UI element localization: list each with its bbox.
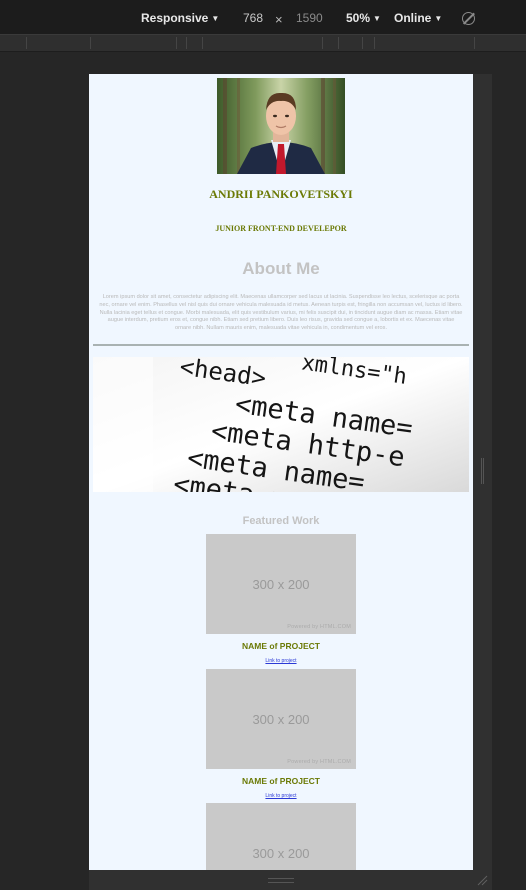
grip-icon: [268, 878, 294, 883]
zoom-label: 50%: [346, 11, 371, 25]
media-query-marker[interactable]: [322, 37, 323, 49]
media-query-marker[interactable]: [90, 37, 91, 49]
rotate-disabled-icon[interactable]: [462, 12, 475, 25]
featured-heading: Featured Work: [242, 515, 320, 527]
project-thumbnail: 300 x 200 Powered by HTML.COM: [206, 534, 356, 634]
device-toolbar: Responsive ▼ 768 × 1590 50% ▼ Online ▼: [0, 0, 526, 34]
viewport-width-input[interactable]: 768: [243, 11, 263, 25]
dimension-separator: ×: [275, 12, 283, 27]
device-mode-label: Responsive: [141, 11, 209, 25]
corner-resize-icon[interactable]: [476, 874, 488, 886]
throttling-dropdown[interactable]: Online ▼: [394, 11, 442, 25]
media-query-bar[interactable]: [0, 34, 526, 52]
grip-icon: [481, 458, 484, 484]
throttling-label: Online: [394, 11, 432, 25]
code-banner-image: xmlns="h <head> <meta name= <meta http-e…: [93, 357, 469, 492]
media-query-marker[interactable]: [338, 37, 339, 49]
viewport-height-input[interactable]: 1590: [296, 11, 323, 25]
caret-down-icon: ▼: [211, 14, 220, 23]
profile-photo: [217, 78, 345, 174]
project-name: NAME of PROJECT: [242, 776, 320, 786]
about-paragraph: Lorem ipsum dolor sit amet, consectetur …: [99, 294, 463, 332]
thumbnail-credit: Powered by HTML.COM: [287, 624, 351, 630]
emulated-page[interactable]: ANDRII PANKOVETSKYI JUNIOR FRONT-END DEV…: [89, 74, 473, 870]
device-mode-dropdown[interactable]: Responsive ▼: [141, 11, 219, 25]
profile-name: ANDRII PANKOVETSKYI: [209, 187, 353, 201]
thumbnail-dimensions: 300 x 200: [252, 846, 310, 861]
project-link[interactable]: Link to project: [89, 793, 473, 799]
project-link[interactable]: Link to project: [89, 658, 473, 664]
media-query-marker[interactable]: [374, 37, 375, 49]
thumbnail-dimensions: 300 x 200: [252, 712, 310, 727]
viewport-resize-handle-right[interactable]: [473, 74, 492, 870]
viewport-resize-handle-bottom[interactable]: [89, 870, 492, 890]
media-query-marker[interactable]: [26, 37, 27, 49]
thumbnail-dimensions: 300 x 200: [252, 577, 310, 592]
caret-down-icon: ▼: [373, 14, 381, 23]
media-query-marker[interactable]: [176, 37, 177, 49]
profile-role: JUNIOR FRONT-END DEVELEPOR: [215, 224, 347, 233]
thumbnail-credit: Powered by HTML.COM: [287, 759, 351, 765]
project-name: NAME of PROJECT: [242, 641, 320, 651]
media-query-marker[interactable]: [186, 37, 187, 49]
project-thumbnail: 300 x 200 Powered by HTML.COM: [206, 669, 356, 769]
media-query-marker[interactable]: [202, 37, 203, 49]
zoom-dropdown[interactable]: 50% ▼: [346, 11, 381, 25]
about-heading: About Me: [242, 259, 320, 278]
media-query-marker[interactable]: [362, 37, 363, 49]
project-thumbnail: 300 x 200: [206, 803, 356, 870]
caret-down-icon: ▼: [434, 14, 443, 23]
section-divider: [93, 344, 469, 346]
media-query-marker[interactable]: [474, 37, 475, 49]
